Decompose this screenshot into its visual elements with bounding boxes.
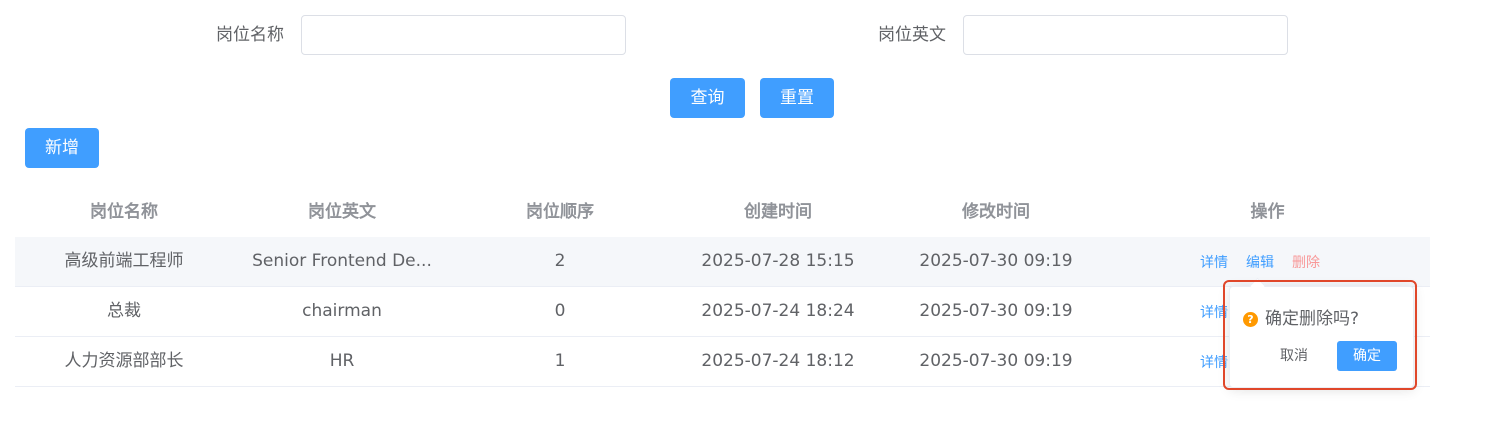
cell-position-english: chairman — [302, 301, 382, 321]
header-modified-time: 修改时间 — [962, 202, 1030, 222]
position-name-label: 岗位名称 — [216, 25, 284, 45]
header-position-english: 岗位英文 — [308, 202, 376, 222]
detail-link[interactable]: 详情 — [1200, 255, 1228, 271]
cell-created-time: 2025-07-24 18:24 — [701, 301, 855, 321]
table-row: 人力资源部部长 HR 1 2025-07-24 18:12 2025-07-30… — [15, 337, 1430, 387]
query-button[interactable]: 查询 — [670, 78, 745, 118]
cell-position-english: Senior Frontend De... — [252, 251, 432, 271]
header-created-time: 创建时间 — [744, 202, 812, 222]
header-position-order: 岗位顺序 — [526, 202, 594, 222]
table-row: 总裁 chairman 0 2025-07-24 18:24 2025-07-3… — [15, 287, 1430, 337]
position-name-input[interactable] — [301, 15, 626, 55]
cell-modified-time: 2025-07-30 09:19 — [919, 351, 1073, 371]
table-header-row: 岗位名称 岗位英文 岗位顺序 创建时间 修改时间 操作 — [15, 188, 1430, 237]
add-button[interactable]: 新增 — [25, 128, 99, 168]
cell-created-time: 2025-07-24 18:12 — [701, 351, 855, 371]
header-position-name: 岗位名称 — [90, 202, 158, 222]
delete-link[interactable]: 删除 — [1292, 255, 1320, 271]
position-english-input[interactable] — [963, 15, 1288, 55]
position-english-label: 岗位英文 — [878, 25, 946, 45]
cell-modified-time: 2025-07-30 09:19 — [919, 251, 1073, 271]
cell-position-name: 高级前端工程师 — [64, 251, 184, 271]
row-operations: 详情 编辑 删除 — [1200, 237, 1338, 286]
reset-button[interactable]: 重置 — [760, 78, 834, 118]
position-table: 岗位名称 岗位英文 岗位顺序 创建时间 修改时间 操作 高级前端工程师 Seni… — [15, 188, 1430, 387]
edit-link[interactable]: 编辑 — [1246, 255, 1274, 271]
cell-position-name: 总裁 — [107, 301, 141, 321]
cell-position-order: 2 — [554, 251, 566, 271]
table-row: 高级前端工程师 Senior Frontend De... 2 2025-07-… — [15, 237, 1430, 287]
cell-position-order: 0 — [554, 301, 566, 321]
popconfirm-highlight-frame — [1223, 280, 1417, 390]
cell-created-time: 2025-07-28 15:15 — [701, 251, 855, 271]
cell-position-english: HR — [329, 351, 355, 371]
cell-modified-time: 2025-07-30 09:19 — [919, 301, 1073, 321]
cell-position-order: 1 — [554, 351, 566, 371]
header-operations: 操作 — [1250, 202, 1285, 222]
cell-position-name: 人力资源部部长 — [64, 351, 184, 371]
